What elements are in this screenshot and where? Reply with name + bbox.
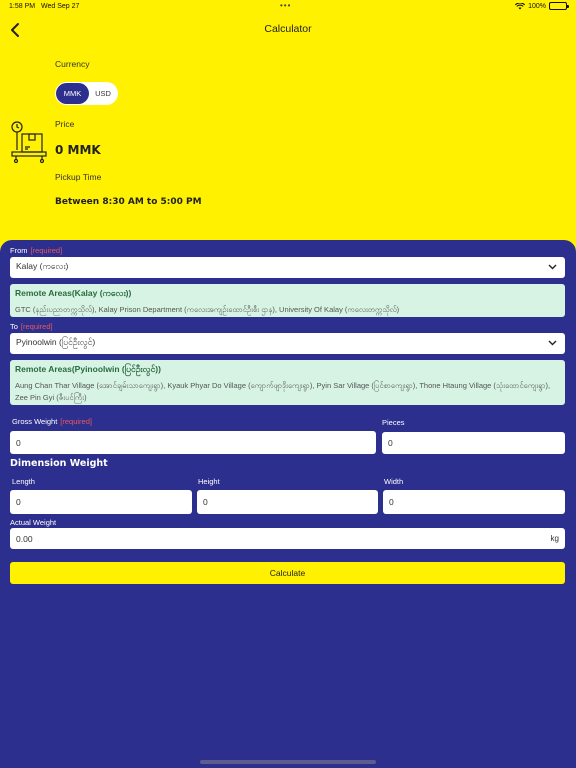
length-value: 0 — [16, 497, 21, 507]
gross-weight-value: 0 — [16, 437, 21, 448]
currency-toggle[interactable]: MMK USD — [55, 82, 118, 105]
battery-percent: 100% — [528, 2, 546, 10]
height-label: Height — [198, 477, 220, 486]
pieces-input[interactable]: 0 — [382, 432, 565, 454]
header-area: 1:58 PM Wed Sep 27 ••• 100% Calculator C… — [0, 0, 576, 258]
currency-option-usd[interactable]: USD — [89, 83, 117, 104]
price-label: Price — [55, 119, 75, 129]
gross-weight-input[interactable]: 0 — [10, 431, 376, 454]
actual-weight-value: 0.00 — [16, 533, 33, 544]
gross-weight-label: Gross Weight [required] — [12, 417, 92, 426]
from-remote-text: GTC (နည်းပညာတက္ကသိုလ်), Kalay Prison Dep… — [15, 305, 400, 314]
length-input[interactable]: 0 — [10, 490, 192, 514]
actual-weight-input[interactable]: 0.00 kg — [10, 528, 565, 549]
status-right: 100% — [515, 2, 569, 10]
currency-option-mmk[interactable]: MMK — [56, 83, 89, 104]
dimension-weight-heading: Dimension Weight — [10, 458, 108, 469]
battery-icon — [549, 2, 569, 10]
to-select-value: Pyinoolwin (ပြင်ဦးလွင်) — [16, 337, 96, 347]
multitasking-dots-icon[interactable]: ••• — [280, 1, 291, 10]
from-remote-title: Remote Areas(Kalay (ကလေး)) — [15, 288, 132, 298]
to-remote-title: Remote Areas(Pyinoolwin (ပြင်ဦးလွင်)) — [15, 364, 161, 374]
width-input[interactable]: 0 — [383, 490, 565, 514]
calculate-button[interactable]: Calculate — [10, 562, 565, 584]
status-bar: 1:58 PM Wed Sep 27 ••• 100% — [0, 0, 576, 14]
to-select[interactable]: Pyinoolwin (ပြင်ဦးလွင်) — [10, 333, 565, 354]
chevron-down-icon — [548, 340, 557, 346]
to-remote-text: Aung Chan Thar Village (အောင်ချမ်းသာကျေး… — [15, 381, 551, 402]
actual-weight-label: Actual Weight — [10, 518, 57, 527]
wifi-icon — [515, 2, 526, 9]
pieces-value: 0 — [388, 438, 393, 448]
pickup-time-value: Between 8:30 AM to 5:00 PM — [55, 197, 202, 207]
height-value: 0 — [203, 497, 208, 507]
price-value: 0 MMK — [55, 143, 101, 157]
pieces-label: Pieces — [382, 418, 405, 427]
status-date: Wed Sep 27 — [41, 3, 80, 10]
page-title: Calculator — [264, 23, 312, 35]
from-remote-areas: Remote Areas(Kalay (ကလေး)) GTC (နည်းပညာတ… — [10, 284, 565, 317]
chevron-down-icon — [548, 264, 557, 270]
currency-label: Currency — [55, 59, 90, 69]
width-label: Width — [384, 477, 404, 486]
package-scale-icon — [11, 121, 47, 164]
status-time: 1:58 PM — [9, 3, 36, 10]
nav-bar: Calculator — [0, 18, 576, 42]
from-select[interactable]: Kalay (ကလေး) — [10, 257, 565, 278]
actual-weight-unit: kg — [550, 534, 559, 543]
pickup-time-label: Pickup Time — [55, 172, 102, 182]
from-label: From [required] — [10, 246, 63, 255]
to-remote-areas: Remote Areas(Pyinoolwin (ပြင်ဦးလွင်)) Au… — [10, 360, 565, 405]
home-indicator[interactable] — [200, 760, 376, 764]
length-label: Length — [12, 477, 35, 486]
width-value: 0 — [389, 497, 394, 507]
from-select-value: Kalay (ကလေး) — [16, 261, 69, 271]
height-input[interactable]: 0 — [197, 490, 378, 514]
to-label: To [required] — [10, 322, 53, 331]
